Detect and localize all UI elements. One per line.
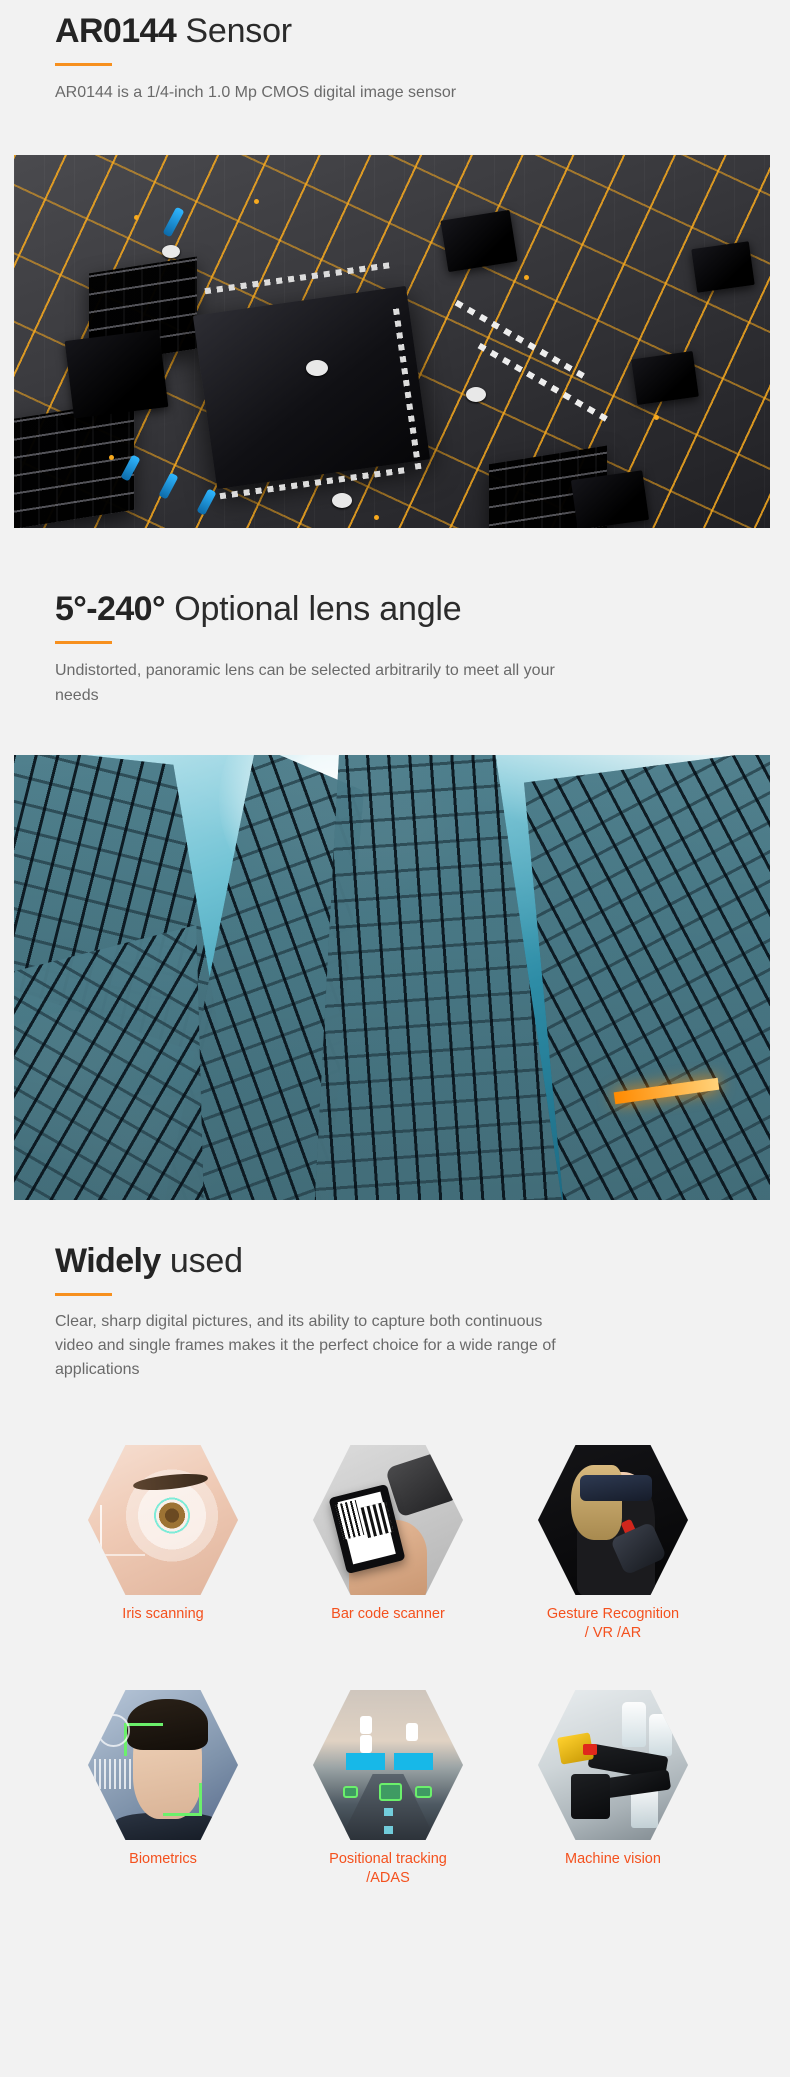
application-tile-bar-code-scanner[interactable]: Bar code scanner — [313, 1445, 463, 1624]
accent-rule — [55, 63, 112, 66]
application-tile-positional-tracking-adas[interactable]: Positional tracking /ADAS — [313, 1690, 463, 1888]
section-lens-angle: 5°-240° Optional lens angle Undistorted,… — [0, 588, 790, 708]
accent-rule — [55, 1293, 112, 1296]
iris-scan-eye-image — [88, 1445, 238, 1595]
application-label: Iris scanning — [122, 1606, 204, 1622]
face-recognition-image — [88, 1690, 238, 1840]
applications-grid: Iris scanning Bar code scanner Gesture R… — [0, 1445, 790, 1945]
section-subtitle-lens: Undistorted, panoramic lens can be selec… — [55, 662, 555, 704]
pcb-circuit-board-photo — [14, 155, 770, 528]
widely-used-title-rest: used — [160, 1242, 243, 1280]
application-label: Gesture Recognition / VR /AR — [546, 1606, 680, 1641]
barcode-phone-scan-image — [313, 1445, 463, 1595]
section-subtitle-sensor: AR0144 is a 1/4-inch 1.0 Mp CMOS digital… — [55, 84, 457, 101]
application-label: Biometrics — [129, 1851, 197, 1867]
page-title-strong: AR0144 — [55, 12, 177, 50]
application-label: Bar code scanner — [331, 1606, 445, 1622]
page-title: AR0144 Sensor — [55, 10, 790, 52]
section-subtitle-widely: Clear, sharp digital pictures, and its a… — [55, 1313, 556, 1378]
page-title-rest: Sensor — [176, 12, 292, 50]
glass-skyscraper-wide-angle-photo — [14, 755, 770, 1200]
section-widely-used: Widely used Clear, sharp digital picture… — [0, 1240, 790, 1382]
lens-angle-title: 5°-240° Optional lens angle — [55, 588, 790, 630]
lens-angle-title-strong: 5°-240° — [55, 590, 166, 628]
accent-rule — [55, 641, 112, 644]
application-tile-gesture-recognition[interactable]: Gesture Recognition / VR /AR — [538, 1445, 688, 1643]
adas-road-vehicles-image — [313, 1690, 463, 1840]
product-detail-page: AR0144 Sensor AR0144 is a 1/4-inch 1.0 M… — [0, 0, 790, 2077]
section-ar0144-sensor: AR0144 Sensor AR0144 is a 1/4-inch 1.0 M… — [0, 10, 790, 105]
application-label: Positional tracking /ADAS — [329, 1851, 447, 1886]
robotic-arm-bottles-image — [538, 1690, 688, 1840]
application-tile-machine-vision[interactable]: Machine vision — [538, 1690, 688, 1869]
application-tile-biometrics[interactable]: Biometrics — [88, 1690, 238, 1869]
application-tile-iris-scanning[interactable]: Iris scanning — [88, 1445, 238, 1624]
widely-used-title: Widely used — [55, 1240, 790, 1282]
widely-used-title-strong: Widely — [55, 1242, 161, 1280]
lens-angle-title-rest: Optional lens angle — [164, 590, 462, 628]
application-label: Machine vision — [565, 1851, 661, 1867]
vr-headset-gesture-image — [538, 1445, 688, 1595]
